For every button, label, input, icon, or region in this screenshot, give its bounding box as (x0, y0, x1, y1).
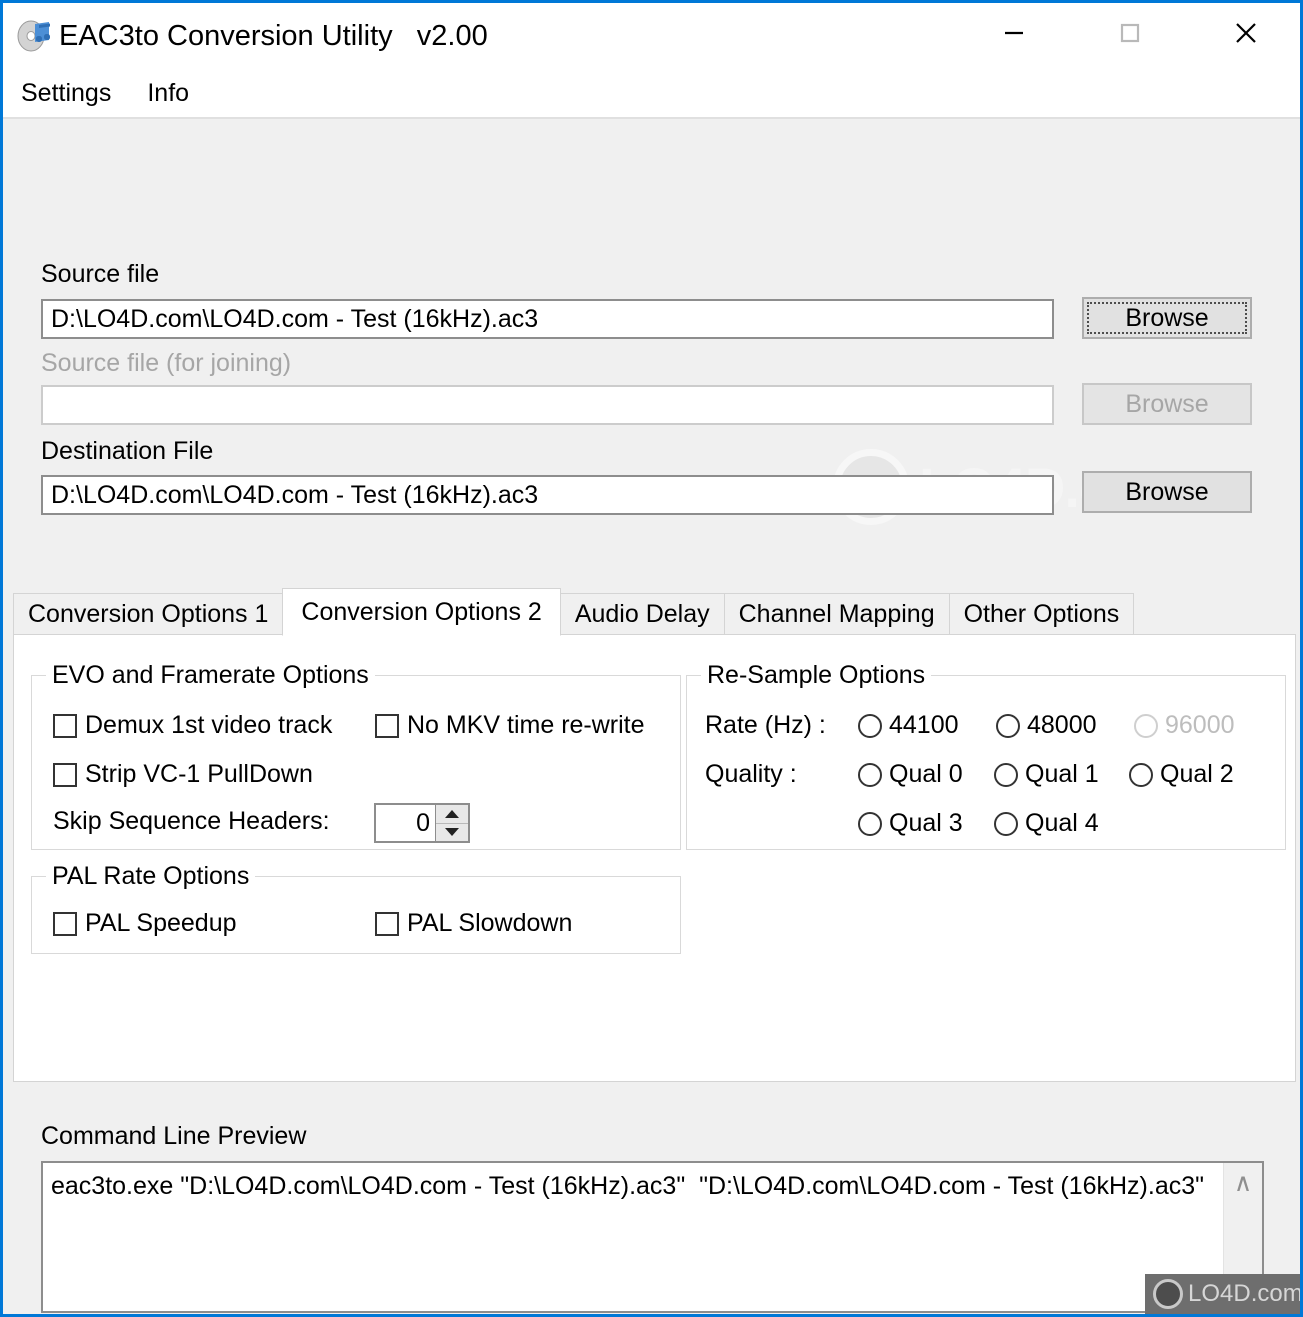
lo4d-badge-logo-icon (1153, 1279, 1183, 1309)
pal-group-title: PAL Rate Options (46, 862, 256, 891)
radio-label: 96000 (1165, 711, 1235, 739)
radio-circle-icon (858, 762, 882, 787)
radio-label: 48000 (1027, 711, 1097, 739)
menu-bar: Settings Info (3, 69, 1300, 117)
menu-item-info[interactable]: Info (147, 79, 189, 108)
destination-file-label: Destination File (41, 437, 214, 465)
window-title: EAC3to Conversion Utility v2.00 (59, 19, 488, 52)
checkbox-box-icon (53, 713, 77, 738)
command-line-preview-box[interactable]: eac3to.exe "D:\LO4D.com\LO4D.com - Test … (41, 1161, 1264, 1313)
rate-label: Rate (Hz) : (705, 711, 826, 739)
radio-label: Qual 1 (1025, 760, 1099, 788)
radio-label: Qual 3 (889, 809, 963, 837)
radio-rate-44100[interactable]: 44100 (858, 711, 959, 740)
stepper-down-button[interactable] (436, 823, 468, 841)
checkbox-label: No MKV time re-write (407, 711, 645, 739)
maximize-button[interactable] (1095, 3, 1165, 63)
triangle-down-icon (445, 828, 459, 837)
radio-circle-icon (1134, 713, 1158, 738)
evo-group-title: EVO and Framerate Options (46, 661, 375, 690)
radio-rate-96000: 96000 (1134, 711, 1235, 740)
triangle-up-icon (445, 809, 459, 818)
checkbox-demux-first-video-track[interactable]: Demux 1st video track (53, 711, 332, 740)
tab-strip: Conversion Options 1 Conversion Options … (13, 588, 1296, 636)
checkbox-label: PAL Slowdown (407, 909, 573, 937)
radio-qual-0[interactable]: Qual 0 (858, 760, 963, 789)
radio-circle-icon (1129, 762, 1153, 787)
radio-qual-4[interactable]: Qual 4 (994, 809, 1099, 838)
radio-label: Qual 4 (1025, 809, 1099, 837)
checkbox-pal-slowdown[interactable]: PAL Slowdown (375, 909, 572, 938)
tab-conversion-options-1[interactable]: Conversion Options 1 (13, 593, 284, 635)
radio-label: Qual 0 (889, 760, 963, 788)
scroll-up-icon[interactable]: ∧ (1234, 1171, 1252, 1196)
menu-item-settings[interactable]: Settings (21, 79, 111, 108)
radio-qual-3[interactable]: Qual 3 (858, 809, 963, 838)
radio-circle-icon (858, 811, 882, 836)
disc-music-note-icon (17, 20, 51, 52)
destination-browse-button[interactable]: Browse (1082, 471, 1252, 513)
source-file-input[interactable] (41, 299, 1054, 339)
source-browse-button[interactable]: Browse (1082, 297, 1252, 339)
title-bar: EAC3to Conversion Utility v2.00 (3, 3, 1300, 69)
stepper-value: 0 (416, 808, 430, 837)
client-area: LO4D.com Source file Browse Source file … (3, 119, 1300, 1314)
lo4d-watermark-badge: LO4D.com (1145, 1274, 1300, 1314)
checkbox-box-icon (375, 911, 399, 936)
radio-qual-2[interactable]: Qual 2 (1129, 760, 1234, 789)
tab-channel-mapping[interactable]: Channel Mapping (723, 593, 950, 635)
radio-circle-icon (994, 762, 1018, 787)
skip-sequence-headers-label: Skip Sequence Headers: (53, 807, 330, 835)
tab-audio-delay[interactable]: Audio Delay (559, 593, 725, 635)
command-line-preview-label: Command Line Preview (41, 1122, 307, 1150)
join-browse-button: Browse (1082, 383, 1252, 425)
radio-label: Qual 2 (1160, 760, 1234, 788)
join-file-input[interactable] (41, 385, 1054, 425)
checkbox-box-icon (375, 713, 399, 738)
checkbox-label: Demux 1st video track (85, 711, 333, 739)
join-file-label: Source file (for joining) (41, 349, 292, 377)
quality-label: Quality : (705, 760, 797, 788)
lo4d-badge-text: LO4D.com (1188, 1280, 1303, 1307)
stepper-up-button[interactable] (436, 805, 468, 824)
radio-qual-1[interactable]: Qual 1 (994, 760, 1099, 789)
radio-circle-icon (996, 713, 1020, 738)
radio-circle-icon (858, 713, 882, 738)
command-line-preview-text: eac3to.exe "D:\LO4D.com\LO4D.com - Test … (51, 1172, 1205, 1200)
radio-label: 44100 (889, 711, 959, 739)
checkbox-strip-vc1-pulldown[interactable]: Strip VC-1 PullDown (53, 760, 313, 789)
stepper-buttons (435, 805, 468, 841)
tab-other-options[interactable]: Other Options (948, 593, 1135, 635)
application-window: EAC3to Conversion Utility v2.00 Settings… (0, 0, 1303, 1317)
checkbox-box-icon (53, 911, 77, 936)
minimize-button[interactable] (979, 3, 1049, 63)
source-file-label: Source file (41, 260, 160, 288)
checkbox-pal-speedup[interactable]: PAL Speedup (53, 909, 237, 938)
radio-circle-icon (994, 811, 1018, 836)
resample-group-title: Re-Sample Options (701, 661, 932, 690)
checkbox-label: Strip VC-1 PullDown (85, 760, 313, 788)
checkbox-no-mkv-time-rewrite[interactable]: No MKV time re-write (375, 711, 645, 740)
checkbox-box-icon (53, 762, 77, 787)
close-button[interactable] (1211, 3, 1281, 63)
tab-conversion-options-2[interactable]: Conversion Options 2 (282, 588, 561, 636)
destination-file-input[interactable] (41, 475, 1054, 515)
checkbox-label: PAL Speedup (85, 909, 237, 937)
radio-rate-48000[interactable]: 48000 (996, 711, 1097, 740)
skip-sequence-headers-stepper[interactable]: 0 (374, 803, 470, 843)
